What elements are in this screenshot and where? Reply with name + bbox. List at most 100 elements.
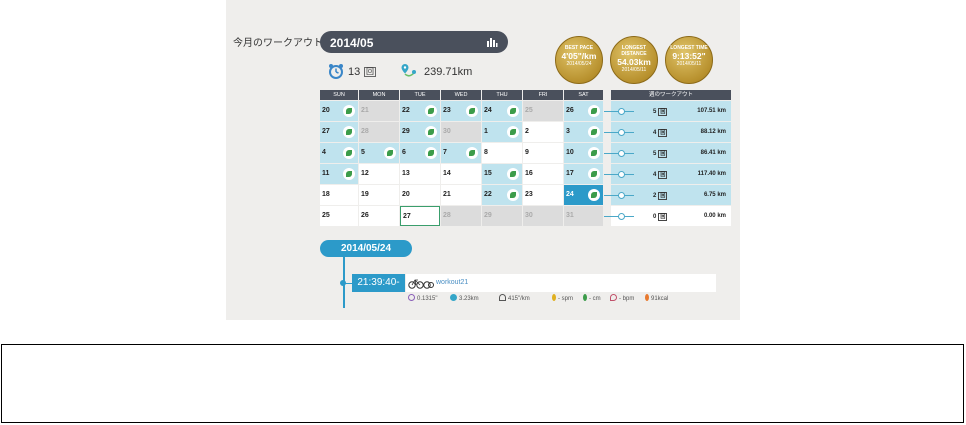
calendar-day[interactable]: 24 — [564, 185, 603, 205]
calendar-day[interactable]: 29 — [400, 122, 440, 142]
workout-leaf-icon — [466, 147, 478, 159]
calendar-day[interactable]: 8 — [482, 143, 522, 163]
calendar-day[interactable]: 27 — [400, 206, 440, 226]
calendar-day[interactable]: 25 — [320, 206, 358, 226]
calendar-day[interactable]: 7 — [441, 143, 481, 163]
calendar-day[interactable]: 31 — [564, 206, 603, 226]
best-pace-medal: BEST PACE 4'05"/km 2014/05/24 — [555, 36, 603, 84]
calendar-day[interactable]: 10 — [564, 143, 603, 163]
count-unit: 回 — [658, 129, 668, 137]
calendar-day[interactable]: 21 — [441, 185, 481, 205]
footstep-icon — [552, 294, 556, 301]
day-number: 18 — [322, 191, 330, 198]
calendar-day[interactable]: 15 — [482, 164, 522, 184]
calendar-day[interactable]: 23 — [441, 101, 481, 121]
weekly-count: 0回 — [653, 213, 668, 221]
day-number: 1 — [484, 128, 488, 135]
calendar-day[interactable]: 22 — [482, 185, 522, 205]
calendar-day[interactable]: 4 — [320, 143, 358, 163]
day-number: 5 — [361, 149, 365, 156]
weekly-distance: 117.40 km — [697, 171, 726, 177]
day-number: 15 — [484, 170, 492, 177]
count-unit: 回 — [658, 213, 668, 221]
calendar-day[interactable]: 23 — [523, 185, 563, 205]
day-number: 22 — [402, 107, 410, 114]
day-number: 27 — [403, 213, 411, 220]
calendar-day[interactable]: 27 — [320, 122, 358, 142]
workout-leaf-icon — [384, 147, 396, 159]
count-value: 0 — [653, 214, 657, 220]
bar-chart-icon[interactable] — [486, 35, 498, 53]
day-number: 20 — [322, 107, 330, 114]
week-connector-dot — [618, 192, 625, 199]
workout-leaf-icon — [425, 147, 437, 159]
detail-calories: 91kcal — [645, 294, 668, 302]
count-value: 4 — [653, 172, 657, 178]
detail-heart-rate: - bpm — [610, 294, 634, 302]
calendar-day[interactable]: 25 — [523, 101, 563, 121]
calendar-day[interactable]: 24 — [482, 101, 522, 121]
calendar-day[interactable]: 30 — [441, 122, 481, 142]
calendar-day[interactable]: 22 — [400, 101, 440, 121]
calendar-day[interactable]: 19 — [359, 185, 399, 205]
calendar-day[interactable]: 21 — [359, 101, 399, 121]
route-icon — [450, 294, 457, 301]
day-number: 16 — [525, 170, 533, 177]
calendar-day[interactable]: 2 — [523, 122, 563, 142]
day-number: 26 — [566, 107, 574, 114]
medal-value: 4'05"/km — [561, 51, 597, 61]
month-selector[interactable]: 2014/05 — [320, 31, 508, 53]
workout-time[interactable]: 21:39:40- — [352, 274, 405, 292]
workout-name-link[interactable]: workout21 — [436, 279, 468, 286]
day-number: 7 — [443, 149, 447, 156]
calendar-day[interactable]: 6 — [400, 143, 440, 163]
calendar-day[interactable]: 9 — [523, 143, 563, 163]
day-number: 22 — [484, 191, 492, 198]
workout-leaf-icon — [507, 105, 519, 117]
calendar-day[interactable]: 11 — [320, 164, 358, 184]
day-number: 25 — [322, 212, 330, 219]
calendar-day[interactable]: 14 — [441, 164, 481, 184]
calendar-day[interactable]: 26 — [564, 101, 603, 121]
workout-leaf-icon — [588, 126, 600, 138]
calendar-day[interactable]: 3 — [564, 122, 603, 142]
day-number: 24 — [484, 107, 492, 114]
detail-pace: 415"/km — [499, 294, 530, 302]
count-value: 5 — [653, 109, 657, 115]
day-number: 6 — [402, 149, 406, 156]
medal-date: 2014/05/24 — [566, 61, 592, 67]
month-label: 2014/05 — [330, 36, 374, 50]
detail-stride: - cm — [583, 294, 601, 302]
day-number: 23 — [525, 191, 533, 198]
calendar-day[interactable]: 16 — [523, 164, 563, 184]
count-value: 5 — [653, 151, 657, 157]
calendar-day[interactable]: 1 — [482, 122, 522, 142]
calendar-day[interactable]: 12 — [359, 164, 399, 184]
count-unit: 回 — [658, 171, 668, 179]
workout-leaf-icon — [343, 126, 355, 138]
calendar-day[interactable]: 17 — [564, 164, 603, 184]
weekday-header: SUN — [320, 90, 358, 100]
calendar-day[interactable]: 20 — [320, 101, 358, 121]
day-number: 28 — [443, 212, 451, 219]
calendar-day[interactable]: 20 — [400, 185, 440, 205]
weekly-count: 5回 — [653, 108, 668, 116]
count-unit: 回 — [658, 108, 668, 116]
day-number: 4 — [322, 149, 326, 156]
calendar-day[interactable]: 13 — [400, 164, 440, 184]
calendar-day[interactable]: 28 — [441, 206, 481, 226]
calendar-day[interactable]: 28 — [359, 122, 399, 142]
calendar-day[interactable]: 29 — [482, 206, 522, 226]
calendar-day[interactable]: 5 — [359, 143, 399, 163]
workout-entry[interactable]: workout21 — [406, 274, 716, 292]
count-unit: 回 — [364, 67, 376, 77]
week-connector-dot — [618, 150, 625, 157]
weekday-header: SAT — [564, 90, 603, 100]
calendar-day[interactable]: 30 — [523, 206, 563, 226]
calendar-day[interactable]: 26 — [359, 206, 399, 226]
calendar-day[interactable]: 18 — [320, 185, 358, 205]
weekly-header: 週のワークアウト — [611, 90, 731, 100]
day-number: 11 — [322, 170, 330, 177]
weekday-header: MON — [359, 90, 399, 100]
workout-leaf-icon — [588, 147, 600, 159]
